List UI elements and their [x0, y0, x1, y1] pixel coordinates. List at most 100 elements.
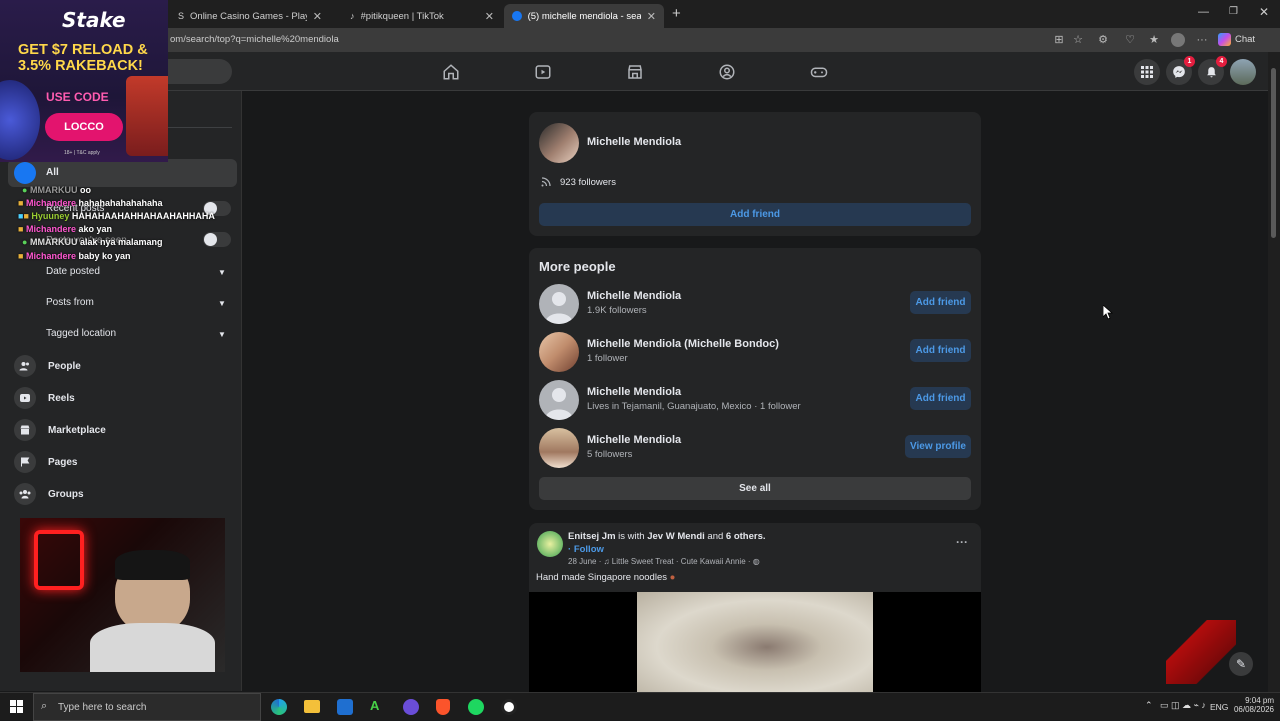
sidebar-item-groups[interactable]: Groups [14, 483, 84, 505]
clock[interactable]: 9:04 pm 06/08/2026 [1232, 696, 1274, 714]
post-header: Enitsej Jm is with Jev W Mendi and 6 oth… [568, 531, 766, 542]
search-icon: ⌕ [41, 700, 48, 712]
groups-nav-icon[interactable] [718, 63, 736, 81]
ad-code-button[interactable]: LOCCO [45, 113, 123, 141]
more-menu-icon[interactable]: ··· [1195, 33, 1209, 47]
default-avatar[interactable] [539, 380, 579, 420]
chat-user: Michandere [25, 251, 76, 261]
badge-icon: ■ [18, 224, 24, 234]
obs-icon[interactable] [501, 699, 517, 715]
account-avatar[interactable] [1230, 59, 1256, 85]
post-author-avatar[interactable] [537, 531, 563, 557]
page-scrollbar[interactable] [1268, 52, 1280, 692]
more-options-icon[interactable]: ··· [956, 535, 968, 549]
filter-all[interactable]: All [8, 159, 237, 187]
profile-avatar[interactable] [539, 123, 579, 163]
discord-icon[interactable] [403, 699, 419, 715]
person-subtitle: 1.9K followers [587, 305, 647, 316]
person-subtitle: Lives in Tejamanil, Guanajuato, Mexico ·… [587, 401, 801, 412]
stream-logo-overlay [1166, 620, 1236, 684]
section-title: More people [539, 259, 616, 274]
tagged-location-filter[interactable]: Tagged location [46, 328, 116, 339]
marketplace-nav-icon[interactable] [626, 63, 644, 81]
browser-essentials-icon[interactable]: ♡ [1123, 33, 1137, 47]
profile-avatar[interactable] [539, 332, 579, 372]
fb-search-input[interactable] [168, 59, 232, 84]
edge-icon[interactable] [271, 699, 287, 715]
ad-headline: GET $7 RELOAD & [18, 42, 148, 58]
person-name[interactable]: Michelle Mendiola [587, 290, 681, 302]
brave-icon[interactable] [436, 699, 450, 715]
follow-link[interactable]: · Follow [568, 544, 604, 555]
post-author[interactable]: Enitsej Jm [568, 531, 616, 542]
stake-ad-overlay: Stake GET $7 RELOAD & 3.5% RAKEBACK! USE… [0, 0, 168, 162]
copilot-chat-button[interactable]: Chat [1218, 33, 1255, 46]
home-icon[interactable] [442, 63, 460, 81]
tab-casino[interactable]: S Online Casino Games - Play Free M ✕ [170, 4, 330, 28]
posts-from-filter[interactable]: Posts from [46, 297, 94, 308]
post-caption: Hand made Singapore noodles ● [536, 572, 676, 583]
spotify-icon[interactable] [468, 699, 484, 715]
ad-use-code: USE CODE [46, 90, 109, 104]
add-friend-button[interactable]: Add friend [910, 339, 971, 362]
windows-start-icon[interactable] [10, 700, 23, 713]
chat-message: ako yan [78, 224, 113, 234]
profile-name[interactable]: Michelle Mendiola [587, 136, 681, 148]
new-tab-icon[interactable]: + [672, 5, 681, 22]
chat-message: baby ko yan [78, 251, 131, 261]
extensions-icon[interactable]: ⚙ [1096, 33, 1110, 47]
posts-seen-toggle[interactable] [203, 232, 231, 247]
tagged-person[interactable]: Jev W Mendi [647, 531, 705, 542]
mail-icon[interactable] [337, 699, 353, 715]
minimize-icon[interactable]: — [1198, 6, 1209, 18]
close-tab-icon[interactable]: ✕ [485, 10, 494, 23]
profile-icon[interactable] [1171, 33, 1185, 47]
tray-icons[interactable]: ▭ ◫ ☁ ⌁ ♪ [1160, 700, 1206, 711]
add-friend-button[interactable]: Add friend [910, 291, 971, 314]
url-field[interactable]: om/search/top?q=michelle%20mendiola [170, 34, 339, 45]
person-name[interactable]: Michelle Mendiola (Michelle Bondoc) [587, 338, 779, 350]
close-tab-icon[interactable]: ✕ [647, 10, 656, 23]
person-name[interactable]: Michelle Mendiola [587, 434, 681, 446]
sidebar-item-reels[interactable]: Reels [14, 387, 75, 409]
menu-grid-button[interactable] [1134, 59, 1160, 85]
tagged-others[interactable]: 6 others. [726, 531, 766, 542]
app-icon[interactable]: A [370, 698, 379, 713]
add-friend-button[interactable]: Add friend [910, 387, 971, 410]
close-tab-icon[interactable]: ✕ [313, 10, 322, 23]
post-media[interactable] [529, 592, 981, 692]
see-all-button[interactable]: See all [539, 477, 971, 500]
file-explorer-icon[interactable] [304, 700, 320, 713]
favorites-icon[interactable]: ★ [1147, 33, 1161, 47]
scrollbar-thumb[interactable] [1271, 68, 1276, 238]
sidebar-item-pages[interactable]: Pages [14, 451, 77, 473]
chat-line: ■ Michandere baby ko yan [18, 251, 131, 261]
close-window-icon[interactable]: ✕ [1259, 5, 1269, 19]
favorite-star-icon[interactable]: ☆ [1071, 33, 1085, 47]
maximize-icon[interactable]: ❐ [1229, 6, 1238, 17]
chat-user: Michandere [25, 198, 76, 208]
chevron-down-icon: ▼ [218, 330, 226, 339]
notifications-badge: 4 [1216, 56, 1227, 67]
profile-avatar[interactable] [539, 428, 579, 468]
language-indicator[interactable]: ENG [1210, 702, 1228, 712]
default-avatar[interactable] [539, 284, 579, 324]
badge-icon: ■ [18, 198, 24, 208]
chat-user: Hyuuney [31, 211, 70, 221]
facebook-icon [512, 11, 522, 21]
person-name[interactable]: Michelle Mendiola [587, 386, 681, 398]
sidebar-item-marketplace[interactable]: Marketplace [14, 419, 106, 441]
gaming-icon[interactable] [810, 63, 828, 81]
app-available-icon[interactable]: ⊞ [1052, 33, 1066, 47]
add-friend-button[interactable]: Add friend [539, 203, 971, 226]
new-message-icon[interactable]: ✎ [1229, 652, 1253, 676]
tab-tiktok[interactable]: ♪ #pitikqueen | TikTok ✕ [342, 4, 502, 28]
sidebar-item-people[interactable]: People [14, 355, 81, 377]
taskbar-search-input[interactable]: ⌕ Type here to search [33, 693, 261, 721]
chevron-up-icon[interactable]: ⌃ [1145, 700, 1153, 711]
view-profile-button[interactable]: View profile [905, 435, 971, 458]
video-icon[interactable] [534, 63, 552, 81]
beanie [115, 550, 190, 580]
date-posted-filter[interactable]: Date posted [46, 266, 100, 277]
tab-facebook[interactable]: (5) michelle mendiola - search resu ✕ [504, 4, 664, 28]
